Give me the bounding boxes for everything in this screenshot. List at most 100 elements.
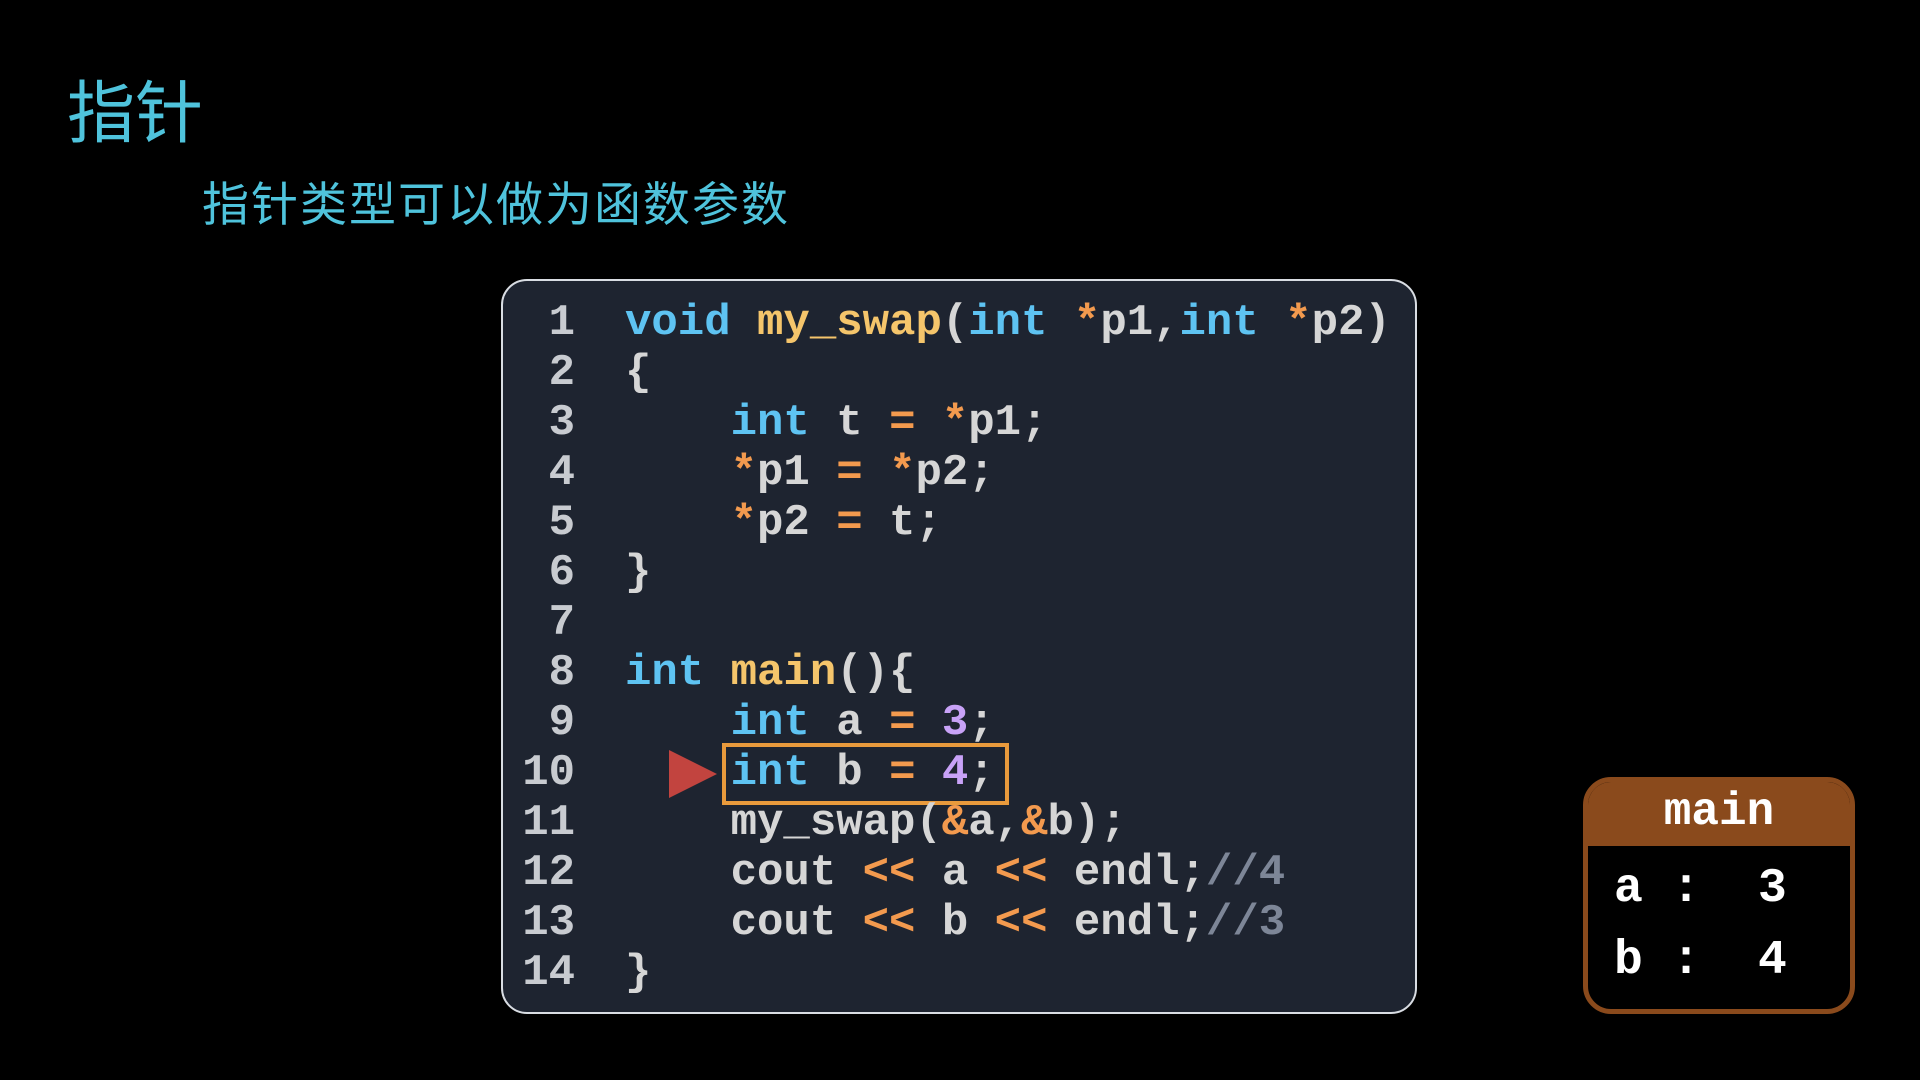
code-token: &: [941, 798, 969, 848]
code-token: main: [730, 648, 837, 698]
code-token: }: [625, 548, 652, 598]
code-token: cout: [625, 848, 863, 898]
variable-b: b : 4: [1614, 934, 1787, 988]
code-token: <<: [994, 848, 1048, 898]
code-text: }: [625, 548, 651, 598]
code-token: p1,: [1100, 298, 1180, 348]
code-token: =: [836, 448, 863, 498]
stack-frame-main: main a : 3 b : 4: [1583, 777, 1855, 1014]
var-name: a: [1614, 862, 1643, 916]
code-text: cout << b << endl;//3: [625, 898, 1286, 948]
code-text: }: [625, 948, 651, 998]
code-token: *: [1285, 298, 1312, 348]
line-number: 11: [522, 798, 575, 848]
var-value: 3: [1758, 862, 1787, 916]
code-token: b: [915, 898, 995, 948]
code-token: (){: [836, 648, 916, 698]
var-sep: :: [1671, 934, 1701, 988]
var-sep: :: [1671, 862, 1701, 916]
code-token: a: [915, 848, 995, 898]
code-text: {: [625, 348, 651, 398]
code-token: t;: [862, 498, 942, 548]
code-text: int b = 4;: [625, 748, 995, 798]
code-token: p2;: [915, 448, 995, 498]
code-token: cout: [625, 898, 863, 948]
code-token: 3: [941, 698, 969, 748]
code-token: endl;: [1047, 848, 1206, 898]
code-token: <<: [994, 898, 1048, 948]
code-token: int: [730, 698, 810, 748]
line-number: 5: [548, 498, 575, 548]
code-token: *: [889, 448, 916, 498]
line-number: 13: [522, 898, 575, 948]
code-token: ;: [968, 748, 995, 798]
line-number: 14: [522, 948, 575, 998]
code-token: *: [730, 498, 758, 548]
code-token: my_swap: [757, 298, 942, 348]
code-token: *: [941, 398, 969, 448]
code-panel: 1 void my_swap(int *p1,int *p2) 2{3 int t …: [501, 279, 1417, 1014]
code-token: }: [625, 948, 652, 998]
line-number: 12: [522, 848, 575, 898]
code-token: b: [809, 748, 890, 798]
code-text: *p2 = t;: [625, 498, 942, 548]
code-token: p1;: [968, 398, 1048, 448]
line-number: 10: [522, 748, 575, 798]
code-token: <<: [862, 848, 916, 898]
line-number: 3: [548, 398, 575, 448]
line-number: 1: [548, 298, 575, 348]
code-token: //3: [1205, 898, 1286, 948]
code-token: a,: [968, 798, 1022, 848]
code-token: (: [941, 298, 969, 348]
code-token: =: [889, 398, 916, 448]
var-value: 4: [1758, 934, 1787, 988]
code-text: cout << a << endl;//4: [625, 848, 1286, 898]
line-number: 9: [548, 698, 575, 748]
code-token: p1: [757, 448, 837, 498]
code-text: my_swap(&a,&b);: [625, 798, 1127, 848]
variable-a: a : 3: [1614, 862, 1787, 916]
code-token: t: [809, 398, 890, 448]
code-token: p2): [1311, 298, 1391, 348]
line-number: 6: [548, 548, 575, 598]
line-number: 4: [548, 448, 575, 498]
code-token: <<: [862, 898, 916, 948]
code-token: b);: [1047, 798, 1127, 848]
code-token: int: [625, 648, 705, 698]
code-text: *p1 = *p2;: [625, 448, 995, 498]
code-text: int t = *p1;: [625, 398, 1048, 448]
line-number: 8: [548, 648, 575, 698]
code-token: =: [889, 698, 916, 748]
code-token: ;: [968, 698, 995, 748]
code-token: =: [889, 748, 916, 798]
code-token: my_swap(: [625, 798, 942, 848]
code-token: 4: [941, 748, 969, 798]
stack-frame-title: main: [1588, 782, 1850, 846]
code-token: void: [625, 298, 731, 348]
code-token: *: [730, 448, 758, 498]
code-token: {: [625, 348, 652, 398]
code-token: int: [968, 298, 1048, 348]
slide-subtitle: 指针类型可以做为函数参数: [202, 178, 790, 233]
code-token: a: [809, 698, 890, 748]
code-token: int: [730, 748, 810, 798]
slide-title: 指针: [67, 75, 204, 154]
code-token: *: [1073, 298, 1101, 348]
code-token: &: [1021, 798, 1048, 848]
code-token: //4: [1205, 848, 1286, 898]
line-number: 2: [548, 348, 575, 398]
line-number: 7: [548, 598, 575, 648]
